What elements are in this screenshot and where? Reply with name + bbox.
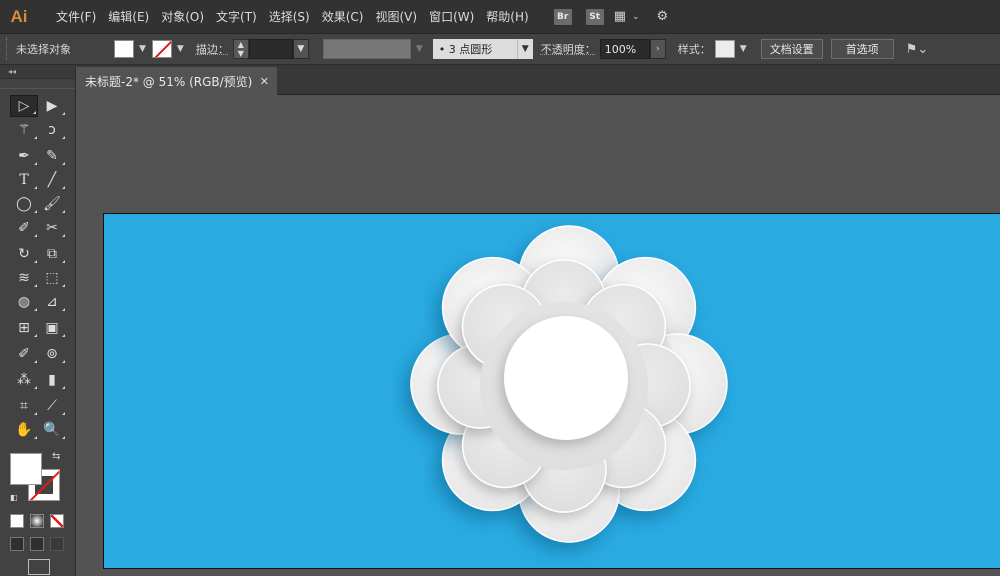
eyedropper-tool-icon[interactable]: ✐ (10, 343, 38, 365)
perspective-grid-tool-icon[interactable]: ⊿ (38, 291, 66, 313)
document-tab-title: 未标题-2* @ 51% (RGB/预览) (85, 74, 253, 89)
stroke-weight-field[interactable] (248, 39, 293, 59)
menu-view[interactable]: 视图(V) (369, 0, 423, 34)
width-tool-icon[interactable]: ≋ (10, 267, 38, 289)
flower-center-circle (504, 316, 628, 440)
fill-color-box[interactable] (10, 453, 42, 485)
draw-behind-button[interactable] (30, 537, 44, 551)
draw-inside-button[interactable] (50, 537, 64, 551)
canvas-area[interactable] (77, 95, 1000, 576)
blend-tool-icon[interactable]: ⊚ (38, 343, 66, 365)
direct-selection-tool-icon[interactable]: ▶ (38, 95, 66, 117)
color-mode-button[interactable] (10, 514, 24, 528)
menu-edit[interactable]: 编辑(E) (102, 0, 155, 34)
shape-builder-tool-icon[interactable]: ◍ (10, 291, 38, 313)
zoom-tool-icon[interactable]: 🔍 (38, 419, 66, 441)
fill-stroke-widget: ⇆ ◧ (10, 451, 66, 507)
menu-bar: Ai 文件(F) 编辑(E) 对象(O) 文字(T) 选择(S) 效果(C) 视… (0, 0, 1000, 34)
menu-effect[interactable]: 效果(C) (316, 0, 370, 34)
arrange-documents-icon[interactable]: ⚑⌄ (906, 42, 929, 57)
hand-tool-icon[interactable]: ✋ (10, 419, 38, 441)
draw-mode-row (10, 537, 64, 551)
menu-select[interactable]: 选择(S) (263, 0, 316, 34)
artboard[interactable] (103, 213, 1000, 569)
default-fill-stroke-icon[interactable]: ◧ (10, 493, 18, 502)
preferences-button[interactable]: 首选项 (830, 39, 894, 59)
artboard-tool-icon[interactable]: ⌗ (10, 395, 38, 417)
menu-file[interactable]: 文件(F) (50, 0, 102, 34)
document-tab[interactable]: 未标题-2* @ 51% (RGB/预览) ✕ (77, 67, 277, 95)
chevron-down-icon[interactable]: ▼ (139, 44, 146, 54)
chevron-down-icon: ▼ (415, 44, 423, 54)
magic-wand-tool-icon[interactable]: ⚚ (10, 119, 38, 141)
free-transform-tool-icon[interactable]: ⬚ (38, 267, 66, 289)
tools-panel: ◂◂ ▷ ▶ ⚚ ↄ ✒ ✎ T ╱ ◯ 🖌 ✐ ✂ ↻ ⧉ ≋ ⬚ ◍ ⊿ ⊞… (0, 65, 76, 576)
selection-tool-icon[interactable]: ▷ (10, 95, 38, 117)
chevron-down-icon[interactable]: ▼ (177, 44, 184, 54)
type-tool-icon[interactable]: T (10, 169, 38, 191)
chevron-down-icon[interactable]: ⌄ (632, 12, 640, 22)
mesh-tool-icon[interactable]: ⊞ (10, 317, 38, 339)
lasso-tool-icon[interactable]: ↄ (38, 119, 66, 141)
brush-definition-dropdown[interactable]: ▼ (516, 39, 533, 59)
menu-window[interactable]: 窗口(W) (423, 0, 480, 34)
variable-width-profile[interactable] (322, 39, 411, 59)
selection-status: 未选择对象 (16, 43, 71, 56)
paintbrush-tool-icon[interactable]: 🖌 (38, 193, 66, 215)
menu-type[interactable]: 文字(T) (210, 0, 263, 34)
pen-tool-icon[interactable]: ✒ (10, 145, 38, 167)
workspace-layout-icon[interactable]: ▦ (614, 9, 626, 24)
opacity-slider-button[interactable]: › (649, 39, 666, 59)
brush-definition-field[interactable]: • 3 点圆形 (432, 39, 517, 59)
scale-tool-icon[interactable]: ⧉ (38, 243, 66, 265)
none-mode-button[interactable] (50, 514, 64, 528)
menu-help[interactable]: 帮助(H) (480, 0, 534, 34)
close-icon[interactable]: ✕ (260, 75, 269, 88)
gpu-performance-icon[interactable]: ⚙ (657, 9, 669, 24)
screen-mode-icon[interactable] (28, 559, 50, 575)
illustrator-logo: Ai (10, 6, 28, 26)
stroke-weight-dropdown[interactable]: ▼ (292, 39, 309, 59)
slice-tool-icon[interactable]: ⟋ (38, 395, 66, 417)
stroke-color-swatch[interactable] (151, 40, 172, 58)
chevron-down-icon[interactable]: ▼ (740, 44, 747, 54)
opacity-input[interactable]: 100% (599, 39, 650, 59)
curvature-tool-icon[interactable]: ✎ (38, 145, 66, 167)
fill-color-swatch[interactable] (114, 40, 134, 58)
swap-fill-stroke-icon[interactable]: ⇆ (52, 451, 60, 462)
scissors-tool-icon[interactable]: ✂ (38, 217, 66, 239)
control-bar-grip[interactable] (6, 38, 12, 60)
menu-object[interactable]: 对象(O) (155, 0, 210, 34)
document-tab-strip: 未标题-2* @ 51% (RGB/预览) ✕ (77, 65, 1000, 95)
draw-normal-button[interactable] (10, 537, 24, 551)
graphic-style-swatch[interactable] (714, 40, 735, 58)
gradient-tool-icon[interactable]: ▣ (38, 317, 66, 339)
rotate-tool-icon[interactable]: ↻ (10, 243, 38, 265)
color-mode-row (10, 514, 64, 528)
opacity-label[interactable]: 不透明度： (541, 41, 596, 57)
document-setup-button[interactable]: 文档设置 (760, 39, 823, 59)
flower-artwork (410, 225, 728, 543)
collapse-panel-icon[interactable]: ◂◂ (0, 65, 75, 79)
column-graph-tool-icon[interactable]: ▮ (38, 369, 66, 391)
stroke-weight-stepper[interactable]: ▲ ▼ (232, 39, 249, 59)
symbol-sprayer-tool-icon[interactable]: ⁂ (10, 369, 38, 391)
control-bar: 未选择对象 ▼ ▼ 描边： ▲ ▼ ▼ ▼ • 3 点圆形 ▼ 不透明度： 100… (0, 34, 1000, 65)
style-label[interactable]: 样式： (678, 41, 711, 57)
bridge-button[interactable]: Br (553, 8, 572, 25)
stroke-label[interactable]: 描边： (196, 41, 229, 57)
tools-panel-grip[interactable] (0, 79, 75, 89)
gradient-mode-button[interactable] (30, 514, 44, 528)
line-segment-tool-icon[interactable]: ╱ (38, 169, 66, 191)
shaper-tool-icon[interactable]: ✐ (10, 217, 38, 239)
stock-button[interactable]: St (585, 8, 604, 25)
ellipse-tool-icon[interactable]: ◯ (10, 193, 38, 215)
